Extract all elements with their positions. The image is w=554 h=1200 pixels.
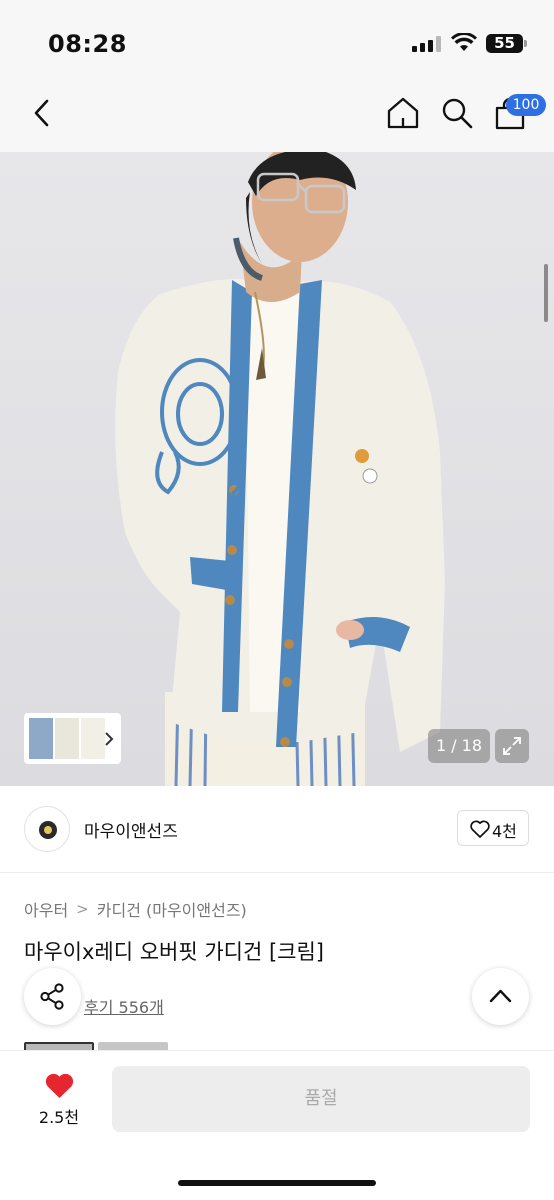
- home-indicator: [178, 1180, 376, 1186]
- product-title: 마우이x레디 오버핏 가디건 [크림]: [24, 940, 324, 964]
- status-bar: 08:28 55: [0, 0, 554, 86]
- brand-logo[interactable]: [24, 806, 70, 852]
- chevron-right-icon[interactable]: [104, 731, 114, 747]
- search-icon[interactable]: [440, 96, 474, 130]
- battery-level: 55: [494, 34, 515, 52]
- page-scrollbar[interactable]: [544, 264, 548, 322]
- model-photo: [115, 152, 445, 786]
- top-nav: [0, 86, 554, 152]
- wifi-icon: [451, 33, 477, 51]
- chevron-right-icon: >: [76, 900, 89, 918]
- chevron-up-icon: [489, 989, 512, 1003]
- thumbnail[interactable]: [81, 718, 105, 759]
- thumbnail-strip[interactable]: [24, 713, 121, 764]
- breadcrumb: 아우터 > 카디건 (마우이앤선즈): [24, 897, 247, 921]
- divider: [0, 872, 554, 873]
- sold-out-button[interactable]: 품절: [112, 1066, 530, 1132]
- cellular-signal-icon: [412, 36, 442, 52]
- scroll-to-top-button[interactable]: [472, 968, 529, 1025]
- expand-icon: [503, 737, 521, 755]
- home-icon[interactable]: [386, 96, 420, 130]
- share-icon: [40, 983, 64, 1010]
- heart-icon[interactable]: [44, 1072, 75, 1099]
- breadcrumb-item[interactable]: 카디건 (마우이앤선즈): [97, 897, 247, 921]
- thumbnail[interactable]: [29, 718, 53, 759]
- thumbnail[interactable]: [55, 718, 79, 759]
- review-link[interactable]: 후기 556개: [84, 994, 164, 1018]
- brand-like-button[interactable]: 4천: [457, 810, 529, 846]
- battery-icon: 55: [486, 34, 527, 53]
- cart-count-badge: 100: [506, 94, 546, 116]
- brand-name[interactable]: 마우이앤선즈: [84, 817, 178, 842]
- expand-button[interactable]: [495, 729, 529, 763]
- back-icon[interactable]: [30, 98, 54, 128]
- product-image[interactable]: [0, 152, 554, 786]
- breadcrumb-item[interactable]: 아우터: [24, 897, 68, 921]
- status-time: 08:28: [48, 30, 127, 58]
- heart-outline-icon: [470, 820, 490, 838]
- share-button[interactable]: [24, 968, 81, 1025]
- brand-like-count: 4천: [492, 822, 517, 841]
- image-counter: 1 / 18: [428, 729, 490, 763]
- wishlist-count: 2.5천: [38, 1108, 80, 1127]
